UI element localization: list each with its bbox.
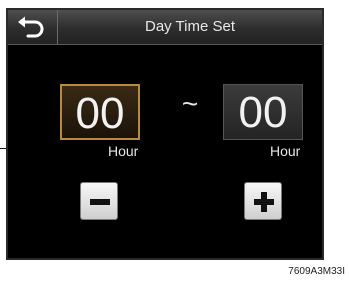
range-separator: ~ xyxy=(181,88,199,119)
title-bar: Day Time Set xyxy=(8,10,322,45)
plus-icon xyxy=(254,192,274,212)
back-button[interactable] xyxy=(8,10,58,44)
figure-code-label: 7609A3M33I xyxy=(288,266,345,277)
end-hour-unit-label: Hour xyxy=(270,143,301,159)
decrement-button[interactable] xyxy=(80,182,118,220)
display-screen: Day Time Set 00 ~ 00 Hour Hour xyxy=(6,8,324,260)
start-hour-field[interactable]: 00 xyxy=(60,84,140,140)
start-hour-unit-label: Hour xyxy=(108,143,139,159)
end-hour-field[interactable]: 00 xyxy=(223,84,303,140)
back-arrow-icon xyxy=(18,16,44,38)
increment-button[interactable] xyxy=(244,182,282,220)
page-title: Day Time Set xyxy=(144,18,236,35)
minus-icon xyxy=(90,199,110,205)
